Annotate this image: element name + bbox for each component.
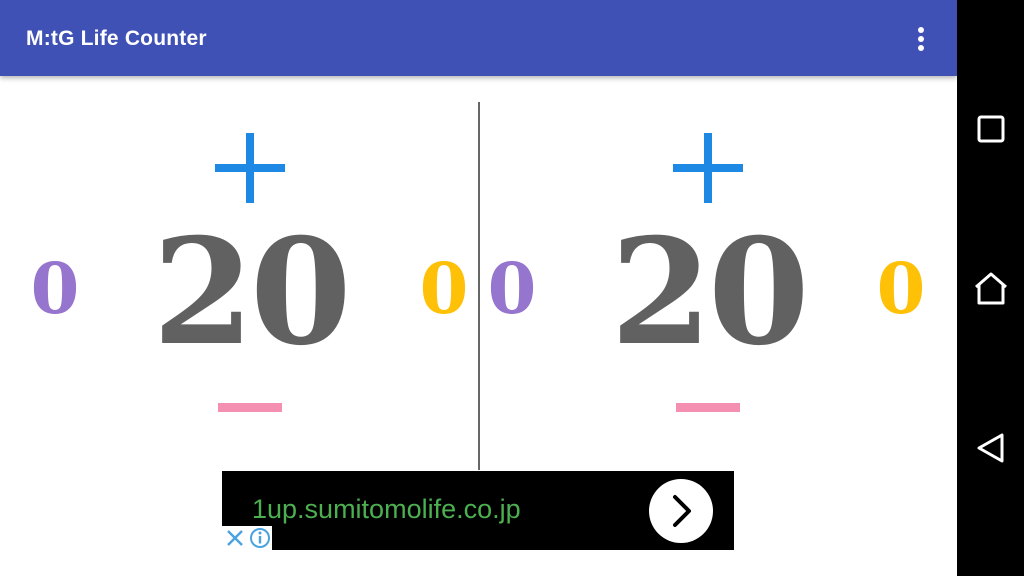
info-icon[interactable] xyxy=(248,526,272,550)
device-screen: M:tG Life Counter 20 0 0 20 0 0 1up.sumi… xyxy=(0,0,1024,576)
ad-url-text: 1up.sumitomolife.co.jp xyxy=(252,494,521,524)
home-icon[interactable] xyxy=(970,267,1012,309)
counter-right-player-1[interactable]: 0 xyxy=(414,249,474,329)
player-divider xyxy=(478,102,480,470)
app-title: M:tG Life Counter xyxy=(26,27,207,50)
ad-banner[interactable]: 1up.sumitomolife.co.jp xyxy=(222,471,734,550)
system-nav-bar xyxy=(957,0,1024,576)
ad-controls xyxy=(222,526,272,550)
counter-left-player-1[interactable]: 0 xyxy=(25,249,85,329)
increase-life-button-player-2[interactable] xyxy=(673,133,743,203)
decrease-life-button-player-2[interactable] xyxy=(676,403,740,412)
chevron-right-icon[interactable] xyxy=(649,479,713,543)
decrease-life-button-player-1[interactable] xyxy=(218,403,282,412)
back-triangle-icon[interactable] xyxy=(970,427,1012,469)
increase-life-button-player-1[interactable] xyxy=(215,133,285,203)
app-bar: M:tG Life Counter xyxy=(0,0,957,76)
more-vert-icon[interactable] xyxy=(904,20,938,58)
life-total-player-2[interactable]: 20 xyxy=(588,218,828,368)
app-window: M:tG Life Counter 20 0 0 20 0 0 1up.sumi… xyxy=(0,0,957,576)
close-icon[interactable] xyxy=(223,526,247,550)
counter-right-player-2[interactable]: 0 xyxy=(871,249,931,329)
life-total-player-1[interactable]: 20 xyxy=(130,218,370,368)
counter-left-player-2[interactable]: 0 xyxy=(482,249,542,329)
square-icon[interactable] xyxy=(970,108,1012,150)
